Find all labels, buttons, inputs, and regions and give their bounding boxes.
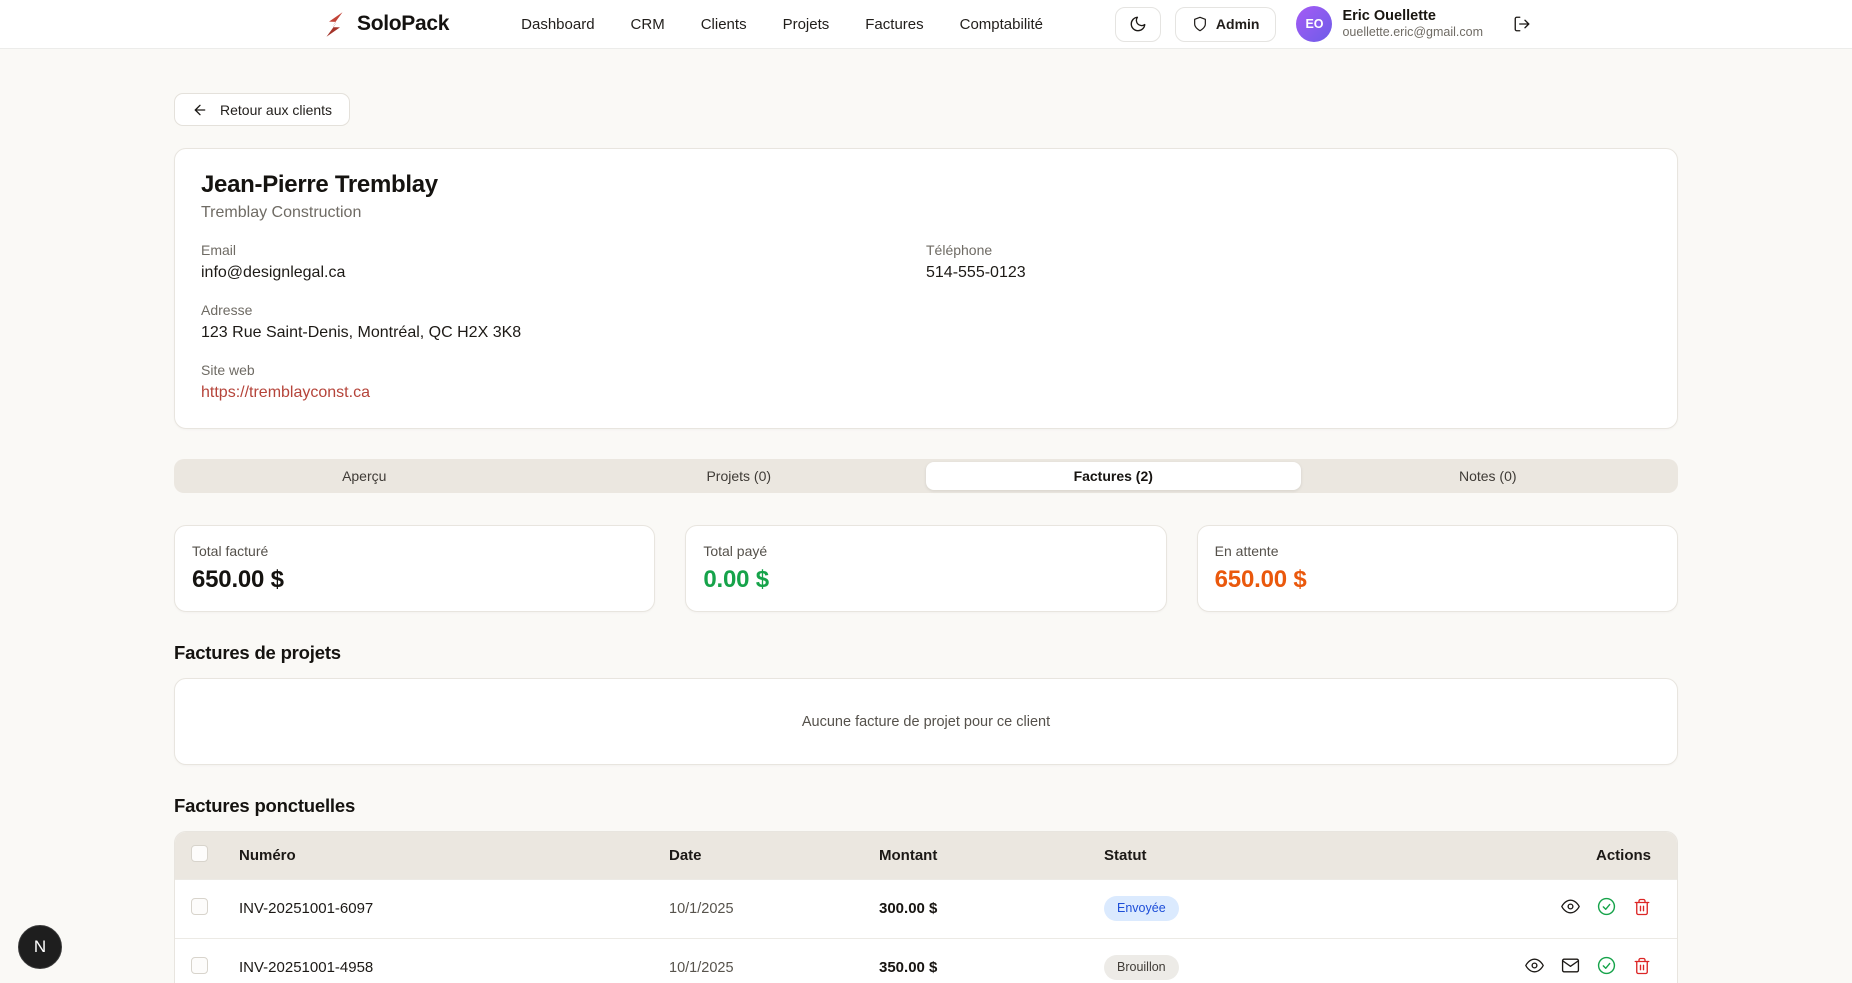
project-invoices-title: Factures de projets — [174, 642, 1678, 664]
brand-name: SoloPack — [357, 12, 449, 36]
tab-factures[interactable]: Factures (2) — [926, 462, 1301, 490]
nav-item-crm[interactable]: CRM — [631, 16, 665, 33]
invoice-date: 10/1/2025 — [661, 879, 871, 938]
user-email: ouellette.eric@gmail.com — [1342, 25, 1483, 41]
nav-item-dashboard[interactable]: Dashboard — [521, 16, 594, 33]
mail-icon[interactable] — [1561, 956, 1580, 975]
row-checkbox[interactable] — [191, 957, 208, 974]
phone-label: Téléphone — [926, 242, 1651, 258]
arrow-left-icon — [192, 102, 208, 118]
eye-icon[interactable] — [1525, 956, 1544, 975]
select-all-checkbox[interactable] — [191, 845, 208, 862]
column-header-date: Date — [661, 832, 871, 879]
column-header-numero: Numéro — [231, 832, 661, 879]
stat-value: 650.00 $ — [192, 566, 637, 594]
stat-label: En attente — [1215, 543, 1660, 559]
client-tabs: Aperçu Projets (0) Factures (2) Notes (0… — [174, 459, 1678, 493]
column-header-actions: Actions — [1416, 832, 1677, 879]
client-phone-field: Téléphone 514-555-0123 — [926, 242, 1651, 282]
client-company: Tremblay Construction — [201, 204, 1651, 222]
row-checkbox[interactable] — [191, 898, 208, 915]
eye-icon[interactable] — [1561, 897, 1580, 916]
address-value: 123 Rue Saint-Denis, Montréal, QC H2X 3K… — [201, 324, 1651, 342]
tab-apercu[interactable]: Aperçu — [177, 462, 552, 490]
nav-item-projets[interactable]: Projets — [783, 16, 830, 33]
client-detail-page: Retour aux clients Jean-Pierre Tremblay … — [174, 49, 1678, 983]
website-link[interactable]: https://tremblayconst.ca — [201, 384, 370, 401]
solopack-logo-icon — [321, 10, 348, 39]
invoice-number: INV-20251001-4958 — [231, 938, 661, 983]
check-circle-icon[interactable] — [1597, 897, 1616, 916]
website-label: Site web — [201, 362, 1651, 378]
phone-value: 514-555-0123 — [926, 264, 1651, 282]
status-badge: Brouillon — [1104, 955, 1179, 980]
client-address-field: Adresse 123 Rue Saint-Denis, Montréal, Q… — [201, 302, 1651, 342]
status-badge: Envoyée — [1104, 896, 1179, 921]
nav-item-factures[interactable]: Factures — [865, 16, 923, 33]
empty-state-message: Aucune facture de projet pour ce client — [802, 714, 1050, 730]
theme-toggle-button[interactable] — [1115, 7, 1161, 42]
invoice-amount: 350.00 $ — [871, 938, 1096, 983]
logout-icon — [1513, 15, 1531, 33]
stat-label: Total facturé — [192, 543, 637, 559]
stat-pending: En attente 650.00 $ — [1197, 525, 1678, 612]
table-row[interactable]: INV-20251001-4958 10/1/2025 350.00 $ Bro… — [175, 938, 1677, 983]
admin-button-label: Admin — [1216, 16, 1260, 32]
avatar[interactable]: EO — [1296, 6, 1332, 42]
email-label: Email — [201, 242, 926, 258]
moon-icon — [1129, 15, 1147, 33]
table-header-row: Numéro Date Montant Statut Actions — [175, 832, 1677, 879]
client-info-card: Jean-Pierre Tremblay Tremblay Constructi… — [174, 148, 1678, 429]
tab-projets[interactable]: Projets (0) — [552, 462, 927, 490]
invoice-date: 10/1/2025 — [661, 938, 871, 983]
logout-button[interactable] — [1513, 15, 1531, 33]
top-navbar: SoloPack Dashboard CRM Clients Projets F… — [0, 0, 1852, 49]
project-invoices-empty-card: Aucune facture de projet pour ce client — [174, 678, 1678, 765]
stat-total-paid: Total payé 0.00 $ — [685, 525, 1166, 612]
email-value: info@designlegal.ca — [201, 264, 926, 282]
table-row[interactable]: INV-20251001-6097 10/1/2025 300.00 $ Env… — [175, 879, 1677, 938]
trash-icon[interactable] — [1633, 898, 1651, 916]
stat-value: 650.00 $ — [1215, 566, 1660, 594]
user-name: Eric Ouellette — [1342, 7, 1483, 25]
stat-label: Total payé — [703, 543, 1148, 559]
client-email-field: Email info@designlegal.ca — [201, 242, 926, 282]
nav-item-clients[interactable]: Clients — [701, 16, 747, 33]
nav-item-comptabilite[interactable]: Comptabilité — [960, 16, 1043, 33]
dev-overlay-button[interactable]: N — [18, 925, 62, 969]
brand[interactable]: SoloPack — [321, 10, 449, 39]
stat-total-invoiced: Total facturé 650.00 $ — [174, 525, 655, 612]
one-time-invoices-title: Factures ponctuelles — [174, 795, 1678, 817]
column-header-montant: Montant — [871, 832, 1096, 879]
check-circle-icon[interactable] — [1597, 956, 1616, 975]
main-nav: Dashboard CRM Clients Projets Factures C… — [521, 16, 1087, 33]
invoice-amount: 300.00 $ — [871, 879, 1096, 938]
back-button-label: Retour aux clients — [220, 102, 332, 118]
trash-icon[interactable] — [1633, 957, 1651, 975]
admin-button[interactable]: Admin — [1175, 7, 1277, 42]
invoice-stats: Total facturé 650.00 $ Total payé 0.00 $… — [174, 525, 1678, 612]
invoices-table: Numéro Date Montant Statut Actions INV-2… — [174, 831, 1678, 983]
client-name: Jean-Pierre Tremblay — [201, 171, 1651, 199]
client-website-field: Site web https://tremblayconst.ca — [201, 362, 1651, 402]
back-to-clients-button[interactable]: Retour aux clients — [174, 93, 350, 126]
address-label: Adresse — [201, 302, 1651, 318]
shield-icon — [1192, 16, 1208, 32]
stat-value: 0.00 $ — [703, 566, 1148, 594]
tab-notes[interactable]: Notes (0) — [1301, 462, 1676, 490]
column-header-statut: Statut — [1096, 832, 1416, 879]
user-menu[interactable]: EO Eric Ouellette ouellette.eric@gmail.c… — [1296, 6, 1483, 42]
invoice-number: INV-20251001-6097 — [231, 879, 661, 938]
